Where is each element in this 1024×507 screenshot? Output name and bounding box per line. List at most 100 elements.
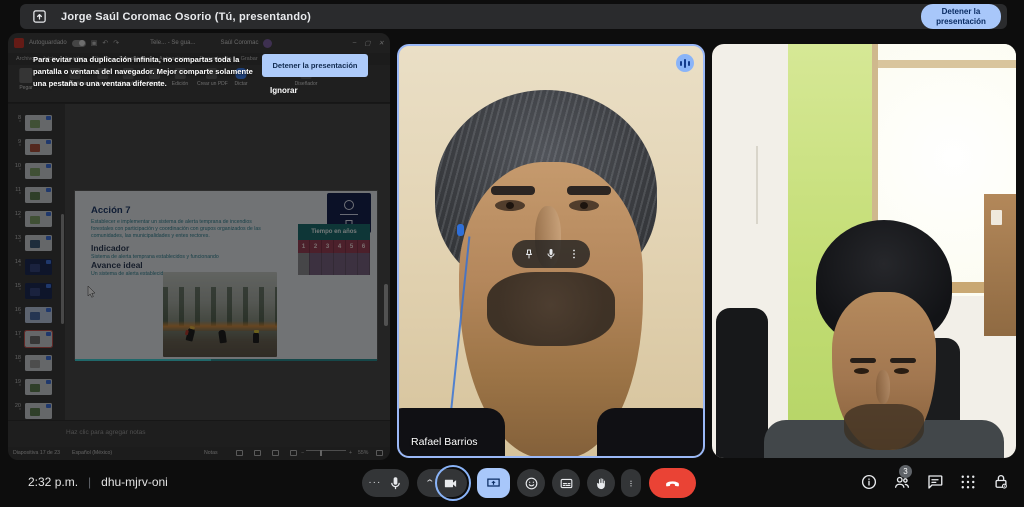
more-options-icon[interactable] bbox=[568, 248, 580, 260]
window-frame bbox=[876, 60, 1016, 68]
thumbnail-slide-18: 18 bbox=[8, 355, 52, 371]
chat-button[interactable] bbox=[926, 473, 944, 491]
timeline-bands bbox=[298, 253, 370, 275]
raised-hand-icon bbox=[594, 476, 609, 491]
presenting-banner: Jorge Saúl Coromac Osorio (Tú, presentan… bbox=[20, 4, 1007, 29]
thumbnail-slide-16: 16 bbox=[8, 307, 52, 323]
raise-hand-button[interactable] bbox=[587, 469, 615, 497]
slideshow-icon bbox=[290, 450, 297, 456]
mic-icon bbox=[388, 476, 403, 491]
slide-title: Acción 7 bbox=[91, 205, 131, 216]
speaking-indicator-icon bbox=[676, 54, 694, 72]
participant-count-badge: 3 bbox=[899, 465, 912, 478]
canvas-scrollbar bbox=[384, 284, 388, 326]
meeting-details-button[interactable] bbox=[860, 473, 878, 491]
host-controls-button[interactable] bbox=[992, 473, 1010, 491]
beard bbox=[487, 272, 615, 346]
paste-icon bbox=[20, 68, 33, 83]
notes-pane: Haz clic para agregar notas bbox=[8, 420, 390, 447]
camera-options-chevron-icon[interactable]: ⌃ bbox=[425, 479, 436, 488]
notes-toggle: Notas bbox=[204, 450, 218, 456]
end-call-icon bbox=[664, 475, 681, 492]
separator: | bbox=[88, 475, 91, 489]
warning-stop-presentation-button[interactable]: Detener la presentación bbox=[262, 54, 368, 77]
more-controls-button[interactable] bbox=[621, 469, 641, 497]
slide-body-text: Establecer e implementar un sistema de a… bbox=[91, 219, 273, 240]
video-tile-rafael-barrios[interactable]: Rafael Barrios bbox=[397, 44, 705, 458]
thumbnail-slide-11: 11 bbox=[8, 187, 52, 203]
warning-ignore-button[interactable]: Ignorar bbox=[266, 84, 302, 97]
shoulder bbox=[397, 408, 505, 458]
present-now-button-active[interactable] bbox=[477, 468, 510, 498]
powerpoint-statusbar: Diapositiva 17 de 23 Español (México) No… bbox=[8, 447, 390, 460]
meet-control-bar: 2:32 p.m. | dhu-mjrv-oni ··· ⌃ bbox=[0, 460, 1024, 507]
meeting-panels: 3 bbox=[860, 473, 1010, 491]
thumbnail-slide-19: 19 bbox=[8, 379, 52, 395]
normal-view-icon bbox=[236, 450, 243, 456]
minimize-icon: – bbox=[353, 39, 357, 47]
mute-participant-icon[interactable] bbox=[545, 248, 557, 260]
activities-button[interactable] bbox=[959, 473, 977, 491]
timeline-header: Tiempo en años bbox=[298, 224, 370, 240]
duplication-warning-message: Para evitar una duplicación infinita, no… bbox=[33, 54, 268, 90]
slide-counter: Diapositiva 17 de 23 bbox=[13, 450, 60, 456]
meeting-info: 2:32 p.m. | dhu-mjrv-oni bbox=[28, 475, 168, 489]
camera-icon bbox=[443, 476, 458, 491]
slide-indicator-heading: Indicador bbox=[91, 243, 129, 253]
tile-hover-controls bbox=[512, 240, 590, 268]
save-icon: ▣ bbox=[91, 39, 98, 47]
tab-archivo: Archivo bbox=[16, 56, 34, 62]
eyebrow bbox=[491, 186, 535, 195]
present-screen-icon bbox=[32, 9, 47, 24]
reactions-button[interactable] bbox=[517, 469, 545, 497]
zoom-level: 55% bbox=[358, 450, 368, 456]
camera-button[interactable]: ⌃ bbox=[417, 469, 467, 497]
slide-thumbnail-panel: 8 9 10 11 12 13 14 15 16 17 18 19 20 21 bbox=[8, 104, 65, 420]
thumbnail-slide-14: 14 bbox=[8, 259, 52, 275]
thumbnail-slide-8: 8 bbox=[8, 115, 52, 131]
present-now-icon bbox=[486, 476, 501, 491]
slide-photo-forest-fire bbox=[163, 272, 277, 357]
slide-ideal-heading: Avance ideal bbox=[91, 260, 143, 270]
autosave-toggle bbox=[72, 40, 86, 47]
screen-share-tile[interactable]: Autoguardado ▣ ↶ ↷ Tele... - Se gua... S… bbox=[8, 33, 390, 460]
microphone-button[interactable]: ··· bbox=[362, 469, 409, 497]
info-icon bbox=[860, 473, 878, 491]
language-indicator: Español (México) bbox=[72, 450, 112, 456]
close-icon: ✕ bbox=[379, 39, 384, 47]
thumbnail-slide-12: 12 bbox=[8, 211, 52, 227]
end-call-button[interactable] bbox=[649, 468, 696, 498]
stop-presentation-button[interactable]: Detener la presentación bbox=[921, 4, 1001, 29]
powerpoint-app-icon bbox=[14, 38, 24, 48]
zoom-slider-track bbox=[306, 450, 346, 451]
shoulder bbox=[597, 408, 705, 458]
captions-icon bbox=[559, 476, 574, 491]
participants-button[interactable]: 3 bbox=[893, 473, 911, 491]
maximize-icon: ▢ bbox=[364, 39, 370, 47]
participant-name-label: Rafael Barrios bbox=[411, 436, 478, 448]
captions-button[interactable] bbox=[552, 469, 580, 497]
autosave-label: Autoguardado bbox=[29, 40, 67, 46]
mouse-cursor bbox=[87, 286, 96, 298]
timeline-years: 123456 bbox=[298, 240, 370, 253]
account-avatar bbox=[263, 39, 272, 48]
window-controls: –▢ ✕ bbox=[353, 39, 384, 47]
powerpoint-window: Autoguardado ▣ ↶ ↷ Tele... - Se gua... S… bbox=[8, 33, 390, 460]
current-slide: Acción 7 Establecer e implementar un sis… bbox=[75, 191, 377, 359]
clock: 2:32 p.m. bbox=[28, 475, 78, 489]
eyebrow bbox=[567, 186, 611, 195]
notes-placeholder: Haz clic para agregar notas bbox=[66, 429, 146, 436]
undo-icon: ↶ bbox=[102, 39, 108, 47]
document-title: Tele... - Se gua... bbox=[150, 40, 195, 46]
video-tile-participant[interactable] bbox=[712, 44, 1016, 458]
pin-icon[interactable] bbox=[523, 248, 535, 260]
chair-back bbox=[716, 308, 768, 458]
wall-line bbox=[756, 146, 758, 224]
mic-options-icon[interactable]: ··· bbox=[368, 478, 381, 488]
face bbox=[832, 292, 936, 450]
ribbon-group-pegar: Pegar bbox=[19, 68, 32, 91]
presenter-name: Jorge Saúl Coromac Osorio (Tú, presentan… bbox=[61, 11, 311, 23]
slide-ideal-text: Un sistema de alerta establecido. bbox=[91, 271, 168, 277]
powerpoint-titlebar: Autoguardado ▣ ↶ ↷ Tele... - Se gua... S… bbox=[8, 33, 390, 53]
zoom-out-icon: − bbox=[301, 450, 304, 456]
